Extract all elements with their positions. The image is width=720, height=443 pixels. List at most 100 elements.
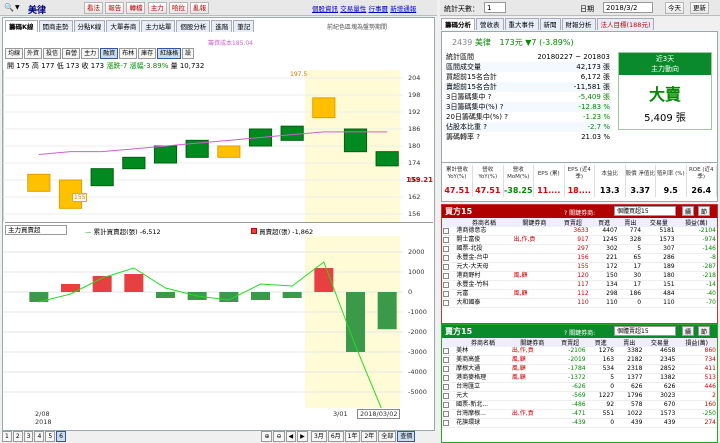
broker-row[interactable]: 元富 風,顧 112 298 186 484 -40 (442, 289, 717, 300)
row-checkbox[interactable] (442, 271, 456, 282)
broker-row[interactable]: 美商高盛 風,顧 -2019 163 2182 2345 734 (442, 355, 717, 366)
range-2y[interactable]: 2年 (361, 431, 378, 442)
opinion-button[interactable]: 看法 (84, 2, 103, 14)
ind-redgreen[interactable]: 紅綠格 (157, 48, 182, 59)
tab-chip-analysis[interactable]: 籌碼分析 (441, 18, 475, 30)
link-calendar[interactable]: 行事曆 (368, 5, 388, 13)
export-button[interactable]: 轉檔 (126, 2, 146, 14)
tab-branch-kline[interactable]: 分點K線 (73, 20, 106, 32)
page-6[interactable]: 6 (56, 431, 66, 442)
tab-news[interactable]: 新聞 (539, 18, 561, 30)
row-checkbox[interactable] (442, 382, 456, 393)
row-checkbox[interactable] (442, 262, 456, 273)
chevron-down-icon[interactable]: ▼ (15, 4, 20, 11)
main-force-button[interactable]: 主力 (147, 2, 167, 14)
broker-row[interactable]: 港商德意志 3633 4407 774 5181 -2104 (442, 227, 717, 237)
query-price-button[interactable]: 查價 (397, 431, 416, 442)
broker-row[interactable]: 港商野村 風,顧 120 150 30 180 -218 (442, 271, 717, 282)
broker-row[interactable]: 台灣摩根... 出,作,貢 -471 551 1022 1573 -250 (442, 409, 717, 420)
tab-financials[interactable]: 財報分析 (561, 18, 596, 30)
row-checkbox[interactable] (442, 280, 456, 291)
page-3[interactable]: 3 (23, 431, 34, 442)
tab-revenue[interactable]: 營收表 (476, 18, 504, 30)
row-checkbox[interactable] (442, 355, 456, 366)
buy-btn1[interactable]: 續 (682, 206, 694, 216)
row-checkbox[interactable] (442, 400, 456, 411)
broker-row[interactable]: 永豐金-台中 156 221 65 286 -8 (442, 253, 717, 264)
days-select[interactable]: 1 (484, 2, 506, 13)
ind-main[interactable]: 主力 (81, 48, 100, 59)
broker-row[interactable]: 花旗環球 -439 0 439 439 274 (442, 418, 717, 429)
tab-notes[interactable]: 筆記 (233, 20, 255, 32)
tab-trend[interactable]: 開商走勢 (38, 20, 73, 32)
ind-ma[interactable]: 均線 (5, 48, 24, 59)
tab-target[interactable]: 法人目標(188元) (596, 18, 655, 30)
page-2[interactable]: 2 (12, 431, 23, 442)
search-icon[interactable]: 🔍 (4, 3, 14, 12)
ind-settings[interactable]: 設 (182, 48, 195, 59)
tab-events[interactable]: 重大事件 (504, 18, 539, 30)
today-button[interactable]: 今天 (665, 2, 684, 14)
price-chart[interactable] (3, 70, 433, 222)
link-volume[interactable]: 交易量性 (340, 5, 366, 13)
row-checkbox[interactable] (442, 235, 456, 246)
ind-margin[interactable]: 融資 (100, 48, 119, 59)
ind-dealer[interactable]: 自營 (62, 48, 81, 59)
sell-btn2[interactable]: 節 (698, 326, 710, 336)
page-4[interactable]: 4 (34, 431, 45, 442)
broker-row[interactable]: 美林 出,作,貢 -2106 1276 3382 4658 860 (442, 347, 717, 357)
tab-main-stand[interactable]: 主力站單 (141, 20, 176, 32)
row-checkbox[interactable] (442, 289, 456, 300)
row-checkbox[interactable] (442, 227, 456, 237)
zoom-in-icon[interactable]: ⊕ (261, 431, 273, 442)
broker-row[interactable]: 元大-大天母 155 172 17 189 -287 (442, 262, 717, 273)
row-checkbox[interactable] (442, 298, 456, 309)
next-icon[interactable]: ▶ (297, 431, 308, 442)
report-button[interactable]: 報告 (105, 2, 125, 14)
buy-btn2[interactable]: 節 (698, 206, 710, 216)
tab-analysis[interactable]: 個股分析 (176, 20, 211, 32)
lower-select[interactable]: 主力買賣超 (5, 225, 67, 235)
row-checkbox[interactable] (442, 253, 456, 264)
ind-bollinger[interactable]: 布林 (119, 48, 138, 59)
broker-row[interactable]: 國票-北投 297 302 5 307 -146 (442, 244, 717, 255)
date-input[interactable]: 2018/3/2 (603, 2, 653, 13)
broker-row[interactable]: 摩根大通 風,顧 -1784 534 2318 2852 411 (442, 364, 717, 375)
ind-inventory[interactable]: 庫存 (138, 48, 157, 59)
page-1[interactable]: 1 (2, 431, 12, 442)
broker-row[interactable]: 永豐金-竹科 117 134 17 151 -14 (442, 280, 717, 291)
row-checkbox[interactable] (442, 409, 456, 420)
broker-row[interactable]: 國票-新北... -486 92 578 670 160 (442, 400, 717, 411)
link-new-alert[interactable]: 新增通報 (390, 5, 416, 13)
lower-chart[interactable] (3, 236, 433, 408)
zoom-out-icon[interactable]: ⊖ (273, 431, 285, 442)
range-6m[interactable]: 6月 (327, 431, 344, 442)
tab-big-broker[interactable]: 大單券商 (106, 20, 141, 32)
refresh-button[interactable]: 更新 (690, 2, 709, 14)
row-checkbox[interactable] (442, 391, 456, 402)
rumor-button[interactable]: 亂報 (190, 2, 210, 14)
ind-trust[interactable]: 投信 (43, 48, 62, 59)
row-checkbox[interactable] (442, 244, 456, 255)
ind-foreign[interactable]: 外資 (24, 48, 43, 59)
broker-row[interactable]: 台灣匯立 -626 0 626 626 446 (442, 382, 717, 393)
tab-advanced[interactable]: 進階 (211, 20, 233, 32)
stock-name[interactable]: 美律 (28, 3, 46, 16)
range-all[interactable]: 全部 (378, 431, 397, 442)
row-checkbox[interactable] (442, 347, 456, 357)
range-1y[interactable]: 1年 (344, 431, 361, 442)
row-checkbox[interactable] (442, 373, 456, 384)
link-stock-info[interactable]: 個股資訊 (312, 5, 338, 13)
range-3m[interactable]: 3月 (310, 431, 327, 442)
chat-button[interactable]: 哈拉 (168, 2, 188, 14)
buy-select[interactable]: 個體買超15 (614, 206, 676, 216)
broker-row[interactable]: 開士富俊 出,作,貢 917 1245 328 1573 -974 (442, 235, 717, 246)
prev-icon[interactable]: ◀ (285, 431, 297, 442)
row-checkbox[interactable] (442, 364, 456, 375)
broker-row[interactable]: 大和國泰 110 110 0 110 -70 (442, 298, 717, 309)
row-checkbox[interactable] (442, 418, 456, 429)
sell-select[interactable]: 個體賣超15 (614, 326, 676, 336)
page-5[interactable]: 5 (45, 431, 56, 442)
broker-row[interactable]: 元大 -569 1227 1796 3023 2 (442, 391, 717, 402)
tab-chip-kline[interactable]: 籌碼K線 (5, 20, 38, 32)
